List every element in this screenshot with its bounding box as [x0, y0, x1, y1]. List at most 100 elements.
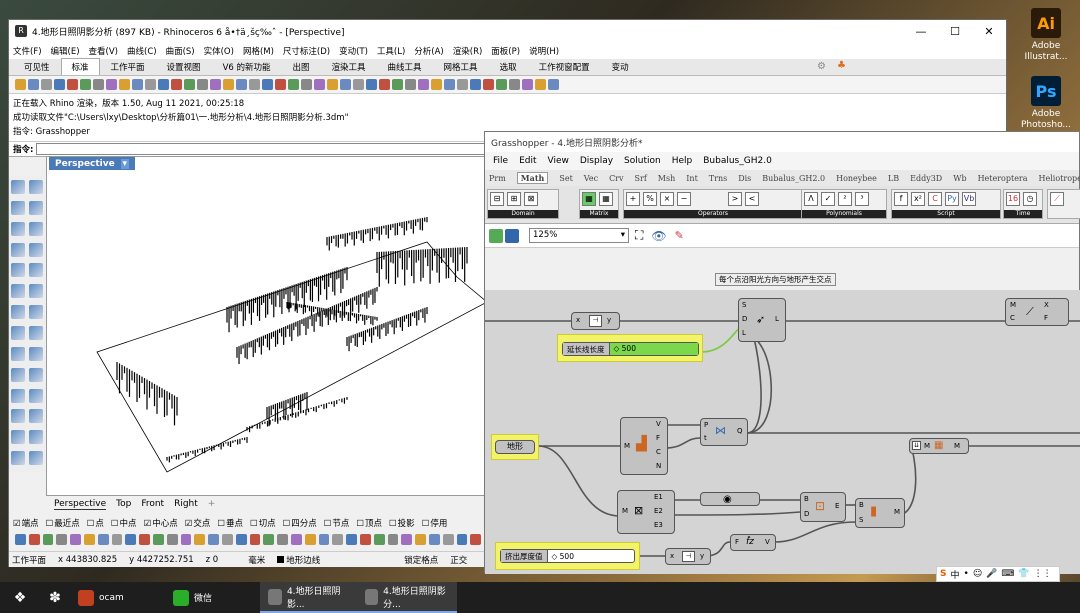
bottom-tool-icon[interactable] — [263, 533, 275, 545]
component-mesh-ray[interactable]: M C ⟋ X F — [1005, 298, 1069, 326]
osnap-9[interactable]: ☐节点 — [324, 517, 350, 529]
toolbar-tool-icon[interactable] — [145, 79, 156, 90]
port-m[interactable]: M — [894, 508, 900, 516]
port-b[interactable]: B — [804, 495, 809, 503]
toolbar-tool-icon[interactable] — [236, 79, 247, 90]
menu-edit[interactable]: 编辑(E) — [51, 45, 80, 57]
toolbar-tool-icon[interactable] — [67, 79, 78, 90]
matrix-icon[interactable]: ▦ — [582, 192, 596, 206]
tab-set-view[interactable]: 设置视图 — [156, 58, 212, 75]
gh-ribbon-tab[interactable]: Trns — [709, 174, 727, 183]
component-line[interactable]: S D L ➶ L — [738, 298, 786, 342]
tab-curve-tools[interactable]: 曲线工具 — [377, 58, 433, 75]
left-tool-icon[interactable] — [29, 200, 43, 215]
left-tool-icon[interactable] — [11, 284, 25, 299]
left-tool-icon[interactable] — [29, 346, 43, 361]
menu-tools[interactable]: 工具(L) — [377, 45, 405, 57]
csharp-icon[interactable]: C — [928, 192, 942, 206]
preview-eye-icon[interactable]: 👁 — [651, 229, 666, 243]
osnap-0[interactable]: ☑端点 — [13, 517, 39, 529]
osnap-2[interactable]: ☐点 — [87, 517, 104, 529]
toolbar-tool-icon[interactable] — [288, 79, 299, 90]
ime-tray-icon[interactable]: ⋮⋮ — [1034, 569, 1052, 579]
bottom-tool-icon[interactable] — [166, 533, 178, 545]
port-q[interactable]: Q — [737, 427, 743, 435]
port-c[interactable]: C — [1010, 314, 1015, 322]
slider-extrude-thickness[interactable]: 挤出厚度值 ◇ 500 — [500, 549, 635, 563]
left-tool-icon[interactable] — [11, 263, 25, 278]
open-file-icon[interactable] — [489, 228, 503, 243]
desktop-icon-photoshop[interactable]: Ps Adobe Photosho... — [1018, 76, 1074, 131]
port-b[interactable]: B — [859, 501, 864, 509]
bottom-tool-icon[interactable] — [180, 533, 192, 545]
close-button[interactable]: ✕ — [972, 25, 1006, 38]
bottom-tool-icon[interactable] — [208, 533, 219, 545]
percent-icon[interactable]: % — [643, 192, 657, 206]
port-l-out[interactable]: L — [775, 315, 779, 323]
view-tab-perspective[interactable]: Perspective — [54, 499, 107, 510]
save-file-icon[interactable] — [505, 228, 519, 243]
menu-help[interactable]: 说明(H) — [529, 45, 559, 57]
bottom-tool-icon[interactable] — [111, 533, 123, 545]
left-tool-icon[interactable] — [11, 325, 25, 340]
osnap-7[interactable]: ☐切点 — [250, 517, 276, 529]
clock-icon[interactable]: ◷ — [1023, 192, 1037, 206]
menu-render[interactable]: 渲染(R) — [453, 45, 483, 57]
port-m[interactable]: M — [622, 507, 628, 515]
left-tool-icon[interactable] — [11, 409, 25, 424]
expression-x2-icon[interactable]: x² — [911, 192, 925, 206]
component-boundary[interactable]: B D ⊡ E — [800, 492, 846, 522]
bottom-tool-icon[interactable] — [235, 533, 247, 545]
bottom-tool-icon[interactable] — [290, 533, 302, 545]
menu-surface[interactable]: 曲面(S) — [166, 45, 195, 57]
group-title[interactable]: 每个点沿阳光方向与地形产生交点 — [715, 273, 836, 286]
component-extrude[interactable]: B S ▮ M — [855, 498, 905, 528]
minus-icon[interactable]: − — [677, 192, 691, 206]
osnap-10[interactable]: ☐顶点 — [356, 517, 382, 529]
gh-canvas[interactable]: 每个点沿阳光方向与地形产生交点 x ⊣ y 延长线长度 ◇ 500 S D L … — [485, 273, 1080, 574]
port-y[interactable]: y — [700, 552, 704, 560]
ime-tray-icon[interactable]: ☺ — [973, 569, 982, 579]
zoom-select[interactable]: 125% — [529, 228, 629, 243]
tab-new-in-v6[interactable]: V6 的新功能 — [212, 58, 282, 75]
toolbar-tool-icon[interactable] — [418, 79, 429, 90]
less-than-icon[interactable]: < — [745, 192, 759, 206]
toolbar-tool-icon[interactable] — [548, 79, 559, 90]
bottom-tool-icon[interactable] — [15, 533, 26, 545]
bottom-tool-icon[interactable] — [152, 533, 164, 545]
gh-ribbon-tab[interactable]: Int — [686, 174, 698, 183]
toolbar-tool-icon[interactable] — [340, 79, 351, 90]
checkbox-icon[interactable]: ☐ — [46, 519, 54, 529]
left-tool-icon[interactable] — [29, 388, 43, 403]
left-tool-icon[interactable] — [11, 305, 25, 320]
gh-ribbon-tab[interactable]: Heliotrope — [1039, 174, 1080, 183]
toolbar-tool-icon[interactable] — [93, 79, 104, 90]
port-v[interactable]: V — [656, 420, 661, 428]
left-tool-icon[interactable] — [29, 221, 43, 236]
toolbar-tool-icon[interactable] — [496, 79, 507, 90]
toolbar-tool-icon[interactable] — [353, 79, 364, 90]
sketch-icon[interactable]: ✎ — [675, 229, 684, 242]
toolbar-tool-icon[interactable] — [249, 79, 260, 90]
add-view-button[interactable]: + — [208, 499, 216, 509]
port-f[interactable]: F — [1044, 314, 1048, 322]
bottom-tool-icon[interactable] — [401, 533, 413, 545]
osnap-1[interactable]: ☐最近点 — [46, 517, 80, 529]
status-layer[interactable]: 地形边线 — [277, 554, 332, 566]
left-tool-icon[interactable] — [11, 221, 25, 236]
left-tool-icon[interactable] — [29, 451, 43, 466]
toolbar-tool-icon[interactable] — [444, 79, 455, 90]
domain-icon[interactable]: ⊞ — [507, 192, 521, 206]
toolbar-tool-icon[interactable] — [223, 79, 234, 90]
status-unit[interactable]: 毫米 — [248, 554, 265, 566]
port-m[interactable]: M — [624, 442, 630, 450]
tab-standard[interactable]: 标准 — [60, 58, 100, 75]
ime-tray-icon[interactable]: 中 — [950, 568, 959, 581]
bottom-tool-icon[interactable] — [359, 533, 371, 545]
slider-extension-length[interactable]: 延长线长度 ◇ 500 — [562, 342, 699, 356]
left-tool-icon[interactable] — [29, 409, 43, 424]
menu-transform[interactable]: 变动(T) — [339, 45, 368, 57]
bottom-tool-icon[interactable] — [470, 533, 482, 545]
param-terrain[interactable]: 地形 — [495, 440, 535, 454]
tab-layout[interactable]: 出图 — [282, 58, 321, 75]
